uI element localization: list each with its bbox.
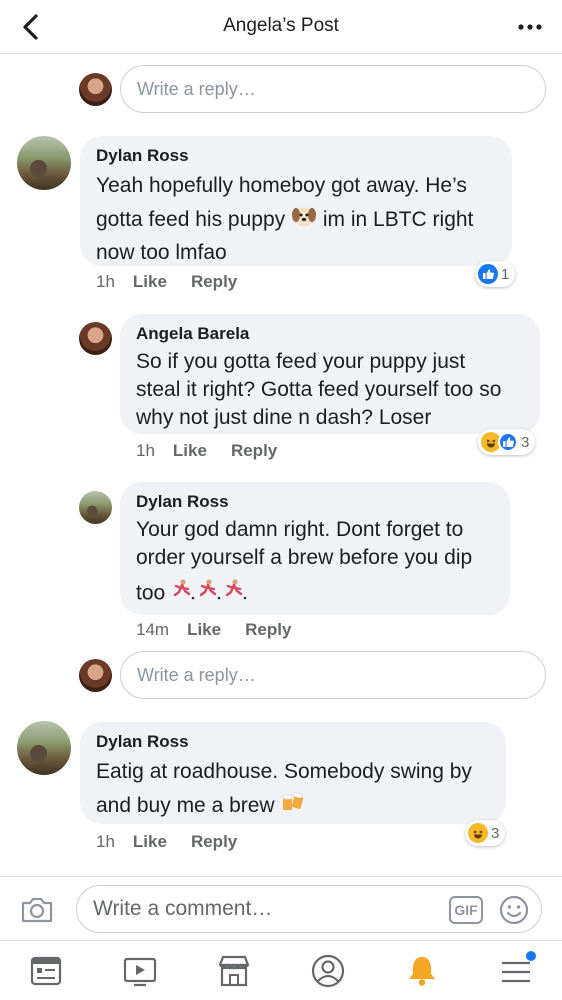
- profile-icon[interactable]: [310, 953, 346, 989]
- avatar[interactable]: [79, 491, 112, 524]
- comment-text: So if you gotta feed your puppy just ste…: [136, 348, 524, 432]
- reply-button[interactable]: Reply: [191, 832, 237, 852]
- comment-bubble: Angela Barela So if you gotta feed your …: [120, 314, 540, 434]
- comment-line: too: [136, 578, 494, 610]
- comment-time: 1h: [96, 832, 115, 851]
- comment-line: why not just dine n dash? Loser: [136, 406, 432, 429]
- comment-bubble: Dylan Ross Yeah hopefully homeboy got aw…: [80, 136, 512, 266]
- watch-video-icon[interactable]: [122, 953, 158, 989]
- comment-line-part: im in LBTC right: [322, 208, 474, 232]
- avatar[interactable]: [17, 721, 71, 775]
- haha-reaction-icon: [468, 823, 488, 843]
- reaction-count: 3: [521, 433, 530, 451]
- comment-actions: 1h Like Reply: [96, 832, 261, 852]
- comment-actions: 1h Like Reply: [96, 272, 261, 292]
- comment-line: So if you gotta feed your puppy just: [136, 350, 466, 373]
- comment-time: 14m: [136, 620, 170, 639]
- top-bar: Angela’s Post: [0, 0, 562, 54]
- reply-input[interactable]: Write a reply…: [120, 65, 546, 113]
- comment-bubble: Dylan Ross Your god damn right. Dont for…: [120, 482, 510, 615]
- camera-icon[interactable]: [20, 895, 54, 925]
- comment-line: Eatig at roadhouse. Somebody swing by: [96, 760, 472, 783]
- like-button[interactable]: Like: [133, 272, 167, 292]
- reply-button[interactable]: Reply: [245, 620, 291, 640]
- comment-line: gotta feed his puppy im in LBTC right: [96, 204, 496, 237]
- reply-button[interactable]: Reply: [231, 441, 277, 461]
- like-button[interactable]: Like: [173, 441, 207, 461]
- comment-text: Yeah hopefully homeboy got away. He’s go…: [96, 170, 496, 268]
- gif-button[interactable]: GIF: [449, 896, 483, 924]
- avatar[interactable]: [79, 322, 112, 355]
- like-button[interactable]: Like: [187, 620, 221, 640]
- comment-line-part: and buy me a brew: [96, 794, 275, 818]
- comment-line: order yourself a brew before you dip: [136, 546, 473, 569]
- comment-actions: 14m Like Reply: [136, 620, 315, 640]
- comment-text: Your god damn right. Dont forget to orde…: [136, 516, 494, 610]
- commenter-name[interactable]: Dylan Ross: [96, 732, 490, 752]
- avatar[interactable]: [79, 659, 112, 692]
- reply-input[interactable]: Write a reply…: [120, 651, 546, 699]
- menu-notification-dot: [526, 951, 536, 961]
- comment-composer: Write a comment… GIF: [0, 876, 562, 940]
- avatar[interactable]: [79, 73, 112, 106]
- comment-bubble: Dylan Ross Eatig at roadhouse. Somebody …: [80, 722, 506, 824]
- marketplace-icon[interactable]: [216, 953, 252, 989]
- bottom-tab-bar: [0, 940, 562, 1000]
- comment-line: Yeah hopefully homeboy got away. He’s: [96, 174, 467, 197]
- reaction-summary[interactable]: 1: [475, 261, 516, 287]
- like-reaction-icon: [498, 432, 518, 452]
- reply-button[interactable]: Reply: [191, 272, 237, 292]
- runner-emoji-icon: [171, 578, 251, 610]
- comment-actions: 1h Like Reply: [136, 441, 301, 461]
- beer-emoji-icon: [280, 790, 306, 823]
- commenter-name[interactable]: Angela Barela: [136, 324, 524, 344]
- news-feed-icon[interactable]: [28, 953, 64, 989]
- emoji-icon[interactable]: [498, 894, 530, 926]
- commenter-name[interactable]: Dylan Ross: [136, 492, 494, 512]
- comment-text: Eatig at roadhouse. Somebody swing by an…: [96, 756, 490, 823]
- comment-line-part: gotta feed his puppy: [96, 208, 286, 232]
- reaction-summary[interactable]: 3: [465, 820, 506, 846]
- comment-time: 1h: [136, 441, 155, 460]
- comment-line: and buy me a brew: [96, 790, 490, 823]
- reaction-summary[interactable]: 3: [478, 429, 536, 455]
- like-reaction-icon: [478, 264, 498, 284]
- avatar[interactable]: [17, 136, 71, 190]
- comment-time: 1h: [96, 272, 115, 291]
- more-options-icon[interactable]: [516, 14, 544, 40]
- comment-line: Your god damn right. Dont forget to: [136, 518, 464, 541]
- page-title: Angela’s Post: [223, 15, 339, 36]
- puppy-emoji-icon: [291, 204, 317, 237]
- comment-line: now too lmfao: [96, 241, 227, 264]
- reaction-count: 3: [491, 824, 500, 842]
- reaction-count: 1: [501, 265, 510, 283]
- like-button[interactable]: Like: [133, 832, 167, 852]
- notifications-bell-icon[interactable]: [404, 953, 440, 989]
- commenter-name[interactable]: Dylan Ross: [96, 146, 496, 166]
- comment-line: steal it right? Gotta feed yourself too …: [136, 378, 502, 401]
- comment-line-part: too: [136, 581, 166, 605]
